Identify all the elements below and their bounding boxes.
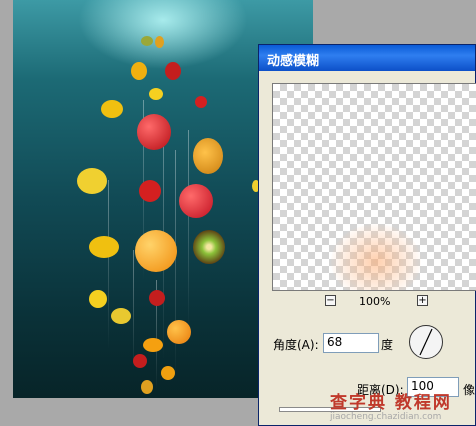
banana-fruit xyxy=(77,168,107,194)
watermark-text: 查字典 教程网 xyxy=(330,393,452,413)
orange-fruit xyxy=(167,320,191,344)
cherry-fruit xyxy=(149,290,165,306)
angle-indicator-icon xyxy=(419,328,433,356)
angle-label: 角度(A): xyxy=(273,338,319,352)
starfruit-fruit xyxy=(89,236,119,258)
lemon-fruit xyxy=(89,290,107,308)
light-ray xyxy=(108,180,109,350)
pineapple-fruit xyxy=(193,138,223,174)
zoom-in-button[interactable]: + xyxy=(417,295,428,306)
pineapple-slice-fruit xyxy=(131,62,147,80)
kiwi-fruit xyxy=(193,230,225,264)
motion-blur-dialog: 动感模糊 − 100% + 角度(A): 68 度 距离(D): 100 像 xyxy=(258,44,476,426)
kiwi-fruit xyxy=(141,36,153,46)
angle-unit: 度 xyxy=(381,338,394,352)
banana-fruit xyxy=(111,308,131,324)
light-ray xyxy=(133,250,134,370)
cherries-fruit xyxy=(165,62,181,80)
pineapple-fruit xyxy=(141,380,153,394)
filter-preview[interactable] xyxy=(272,83,476,291)
zoom-out-button[interactable]: − xyxy=(325,295,336,306)
orange-fruit xyxy=(135,230,177,272)
starfruit-fruit xyxy=(101,100,123,118)
dialog-title: 动感模糊 xyxy=(267,54,320,69)
red-apple-fruit xyxy=(137,114,171,150)
light-ray xyxy=(188,130,189,330)
strawberry-fruit xyxy=(195,96,207,108)
dialog-title-bar[interactable]: 动感模糊 xyxy=(259,45,475,71)
angle-input[interactable]: 68 xyxy=(323,333,379,353)
angle-dial[interactable] xyxy=(409,325,443,359)
strawberry-fruit xyxy=(139,180,161,202)
red-apple-fruit xyxy=(179,184,213,218)
blurred-preview-content xyxy=(331,224,421,290)
zoom-level: 100% xyxy=(359,295,391,308)
pineapple-fruit xyxy=(155,36,164,48)
distance-unit: 像 xyxy=(463,383,476,397)
watermark-url: jiaocheng.chazidian.com xyxy=(330,412,442,422)
strawberry-fruit xyxy=(133,354,147,368)
orange-fruit xyxy=(161,366,175,380)
lemon-fruit xyxy=(149,88,163,100)
light-ray xyxy=(175,150,176,380)
orange-fruit xyxy=(143,338,163,352)
